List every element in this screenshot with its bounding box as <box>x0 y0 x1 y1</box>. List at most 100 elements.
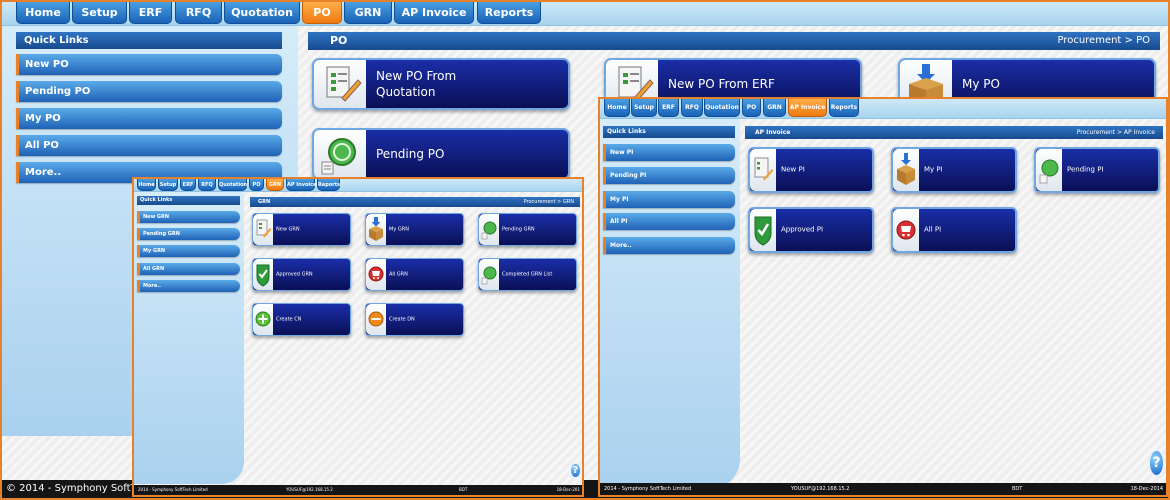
help-icon[interactable]: ? <box>1148 449 1165 477</box>
tile-approved-pi[interactable]: Approved PI <box>748 207 874 253</box>
tile-completed-grn-list[interactable]: Completed GRN List <box>478 258 577 291</box>
tile-pending-grn[interactable]: Pending GRN <box>478 213 577 246</box>
tile-my-pi[interactable]: My PI <box>891 147 1017 193</box>
tile-label: All GRN <box>389 271 408 278</box>
tile-all-pi[interactable]: All PI <box>891 207 1017 253</box>
tile-label: New PO From ERF <box>668 76 775 91</box>
page-title: PO <box>330 34 348 47</box>
plus-circle-icon <box>253 304 273 335</box>
tab-quotation[interactable]: Quotation <box>218 179 247 191</box>
tile-label: My PO <box>962 76 1000 91</box>
page-title: AP Invoice <box>755 129 791 136</box>
quick-link-my-grn[interactable]: My GRN <box>137 245 240 257</box>
breadcrumb: Procurement > GRN <box>523 199 574 205</box>
quick-link-all-po[interactable]: All PO <box>16 135 282 156</box>
tile-create-cn[interactable]: Create CN <box>252 303 351 336</box>
tile-approved-grn[interactable]: Approved GRN <box>252 258 351 291</box>
quick-link-more[interactable]: More.. <box>137 280 240 292</box>
page-title: GRN <box>258 199 271 205</box>
tile-label: Completed GRN List <box>502 271 553 278</box>
tile-label: Create DN <box>389 316 415 323</box>
tile-new-pi[interactable]: New PI <box>748 147 874 193</box>
tab-reports[interactable]: Reports <box>829 99 859 117</box>
tab-ap-invoice[interactable]: AP Invoice <box>788 99 827 117</box>
breadcrumb: Procurement > AP Invoice <box>1076 129 1155 136</box>
tab-reports[interactable]: Reports <box>477 2 541 24</box>
tab-quotation[interactable]: Quotation <box>704 99 740 117</box>
grn-screen: Home Setup ERF RFQ Quotation PO GRN AP I… <box>132 177 584 497</box>
tile-pending-po[interactable]: Pending PO <box>312 128 570 180</box>
quick-link-new-po[interactable]: New PO <box>16 54 282 75</box>
quick-link-more[interactable]: More.. <box>603 237 735 254</box>
quick-link-my-po[interactable]: My PO <box>16 108 282 129</box>
tab-reports[interactable]: Reports <box>317 179 340 191</box>
tab-grn[interactable]: GRN <box>266 179 284 191</box>
tab-rfq[interactable]: RFQ <box>175 2 222 24</box>
quick-link-my-pi[interactable]: My PI <box>603 191 735 208</box>
tab-home[interactable]: Home <box>16 2 70 24</box>
quick-link-new-grn[interactable]: New GRN <box>137 211 240 223</box>
quick-link-pending-grn[interactable]: Pending GRN <box>137 228 240 240</box>
tile-label: My PI <box>924 165 943 174</box>
document-pencil-icon <box>253 214 273 245</box>
quick-link-pending-po[interactable]: Pending PO <box>16 81 282 102</box>
tab-home[interactable]: Home <box>137 179 156 191</box>
tab-rfq[interactable]: RFQ <box>681 99 703 117</box>
tab-rfq[interactable]: RFQ <box>198 179 216 191</box>
quick-link-all-grn[interactable]: All GRN <box>137 263 240 275</box>
tab-grn[interactable]: GRN <box>763 99 786 117</box>
page-title-bar: GRN Procurement > GRN <box>250 197 580 207</box>
shield-check-icon <box>253 259 273 290</box>
clock-icon <box>1036 149 1062 191</box>
tab-erf[interactable]: ERF <box>129 2 172 24</box>
breadcrumb: Procurement > PO <box>1057 35 1150 46</box>
cart-icon <box>893 209 919 251</box>
tab-erf[interactable]: ERF <box>180 179 196 191</box>
shield-check-icon <box>750 209 776 251</box>
tile-label: Pending GRN <box>502 226 535 233</box>
list-icon <box>479 259 499 290</box>
tab-po[interactable]: PO <box>302 2 342 24</box>
tile-label: Pending PI <box>1067 165 1104 174</box>
tab-ap-invoice[interactable]: AP Invoice <box>286 179 316 191</box>
footer-copyright: © 2014 - Symphony SoftTe <box>6 483 142 494</box>
document-pencil-icon <box>750 149 776 191</box>
page-title-bar: AP Invoice Procurement > AP Invoice <box>745 126 1163 139</box>
tile-label: Approved GRN <box>276 271 313 278</box>
footer-date: 18-Dec-2014 <box>1130 486 1163 492</box>
tab-po[interactable]: PO <box>249 179 264 191</box>
tab-po[interactable]: PO <box>742 99 761 117</box>
tile-new-po-from-quotation[interactable]: New PO From Quotation <box>312 58 570 110</box>
tile-label: My GRN <box>389 226 409 233</box>
top-nav-bar: Home Setup ERF RFQ Quotation PO GRN AP I… <box>2 2 1168 26</box>
quick-link-new-pi[interactable]: New PI <box>603 144 735 161</box>
page-title-bar: PO Procurement > PO <box>308 32 1160 50</box>
quick-link-pending-pi[interactable]: Pending PI <box>603 167 735 184</box>
tile-create-dn[interactable]: Create DN <box>365 303 464 336</box>
footer-timezone: BDT <box>459 487 468 492</box>
tab-quotation[interactable]: Quotation <box>224 2 300 24</box>
tile-label: Create CN <box>276 316 302 323</box>
tile-all-grn[interactable]: All GRN <box>365 258 464 291</box>
footer-copyright: 2014 - Symphony SoftTech Limited <box>604 486 692 492</box>
tab-setup[interactable]: Setup <box>158 179 178 191</box>
tile-label: Pending PO <box>376 146 445 161</box>
tile-new-grn[interactable]: New GRN <box>252 213 351 246</box>
quick-link-all-pi[interactable]: All PI <box>603 213 735 230</box>
footer-copyright: 2014 - Symphony SoftTech Limited <box>138 487 208 492</box>
footer-date: 18-Dec-201 <box>556 487 580 492</box>
tab-ap-invoice[interactable]: AP Invoice <box>394 2 474 24</box>
tile-pending-pi[interactable]: Pending PI <box>1034 147 1160 193</box>
tab-home[interactable]: Home <box>604 99 630 117</box>
tab-erf[interactable]: ERF <box>658 99 679 117</box>
sidebar-title: Quick Links <box>16 32 282 49</box>
tab-setup[interactable]: Setup <box>72 2 127 24</box>
tile-my-grn[interactable]: My GRN <box>365 213 464 246</box>
document-pencil-icon <box>314 60 366 108</box>
tab-grn[interactable]: GRN <box>344 2 392 24</box>
clock-icon <box>479 214 499 245</box>
help-icon[interactable]: ? <box>569 462 582 479</box>
tab-setup[interactable]: Setup <box>631 99 657 117</box>
footer-user: YOUSUF@192.168.15.2 <box>791 486 850 492</box>
footer-timezone: BDT <box>1012 486 1023 492</box>
